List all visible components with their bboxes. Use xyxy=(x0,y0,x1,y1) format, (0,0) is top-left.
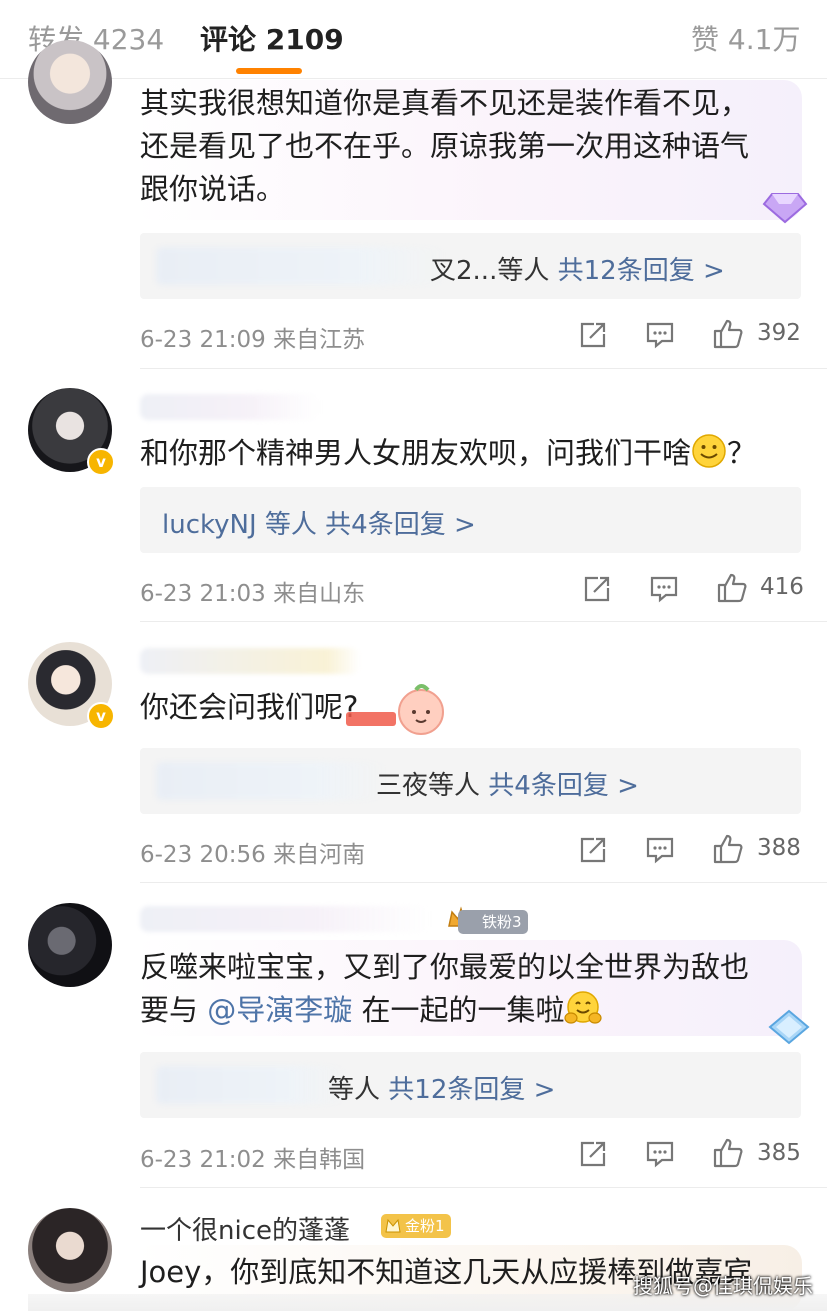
comment-text: 你还会问我们呢? xyxy=(140,690,359,724)
redacted-reply-names xyxy=(156,762,386,800)
comment-text-segment: 要与 xyxy=(140,993,199,1027)
verified-badge-icon: v xyxy=(87,702,115,730)
comment-text: 和你那个精神男人女朋友欢呗，问我们干啥 ？ xyxy=(140,432,756,475)
share-icon[interactable] xyxy=(578,320,608,350)
comment-meta: 6-23 21:02 来自韩国 xyxy=(140,1140,365,1174)
reply-summary: 三夜等人 共4条回复 > xyxy=(376,765,639,802)
share-icon[interactable] xyxy=(582,574,612,604)
tab-comments-count: 2109 xyxy=(265,23,344,56)
reply-summary: luckyNJ 等人 共4条回复 > xyxy=(162,504,476,541)
tab-comments-label: 评论 xyxy=(200,23,257,56)
view-replies-link[interactable]: 共12条回复 > xyxy=(388,1075,555,1105)
comment-icon[interactable] xyxy=(645,320,675,350)
active-tab-indicator xyxy=(236,68,302,74)
comment-time: 6-23 20:56 xyxy=(140,842,266,868)
comment-text-body: 和你那个精神男人女朋友欢呗，问我们干啥 xyxy=(140,436,692,470)
fan-level-badge: 铁粉3 xyxy=(458,910,528,934)
tab-likes-label: 赞 xyxy=(691,23,720,56)
like-icon[interactable] xyxy=(712,833,744,865)
reply-names: 叉2...等人 xyxy=(430,256,550,286)
comment-text: 其实我很想知道你是真看不见还是装作看不见， 还是看见了也不在乎。原谅我第一次用这… xyxy=(140,82,749,211)
reply-names: 等人 xyxy=(328,1075,381,1105)
comment-location: 来自河南 xyxy=(273,842,366,868)
reply-preview[interactable]: 叉2...等人 共12条回复 > xyxy=(140,233,801,299)
diamond-decoration-icon xyxy=(768,1009,810,1045)
comment-meta: 6-23 21:09 来自江苏 xyxy=(140,320,365,354)
user-mention-link[interactable]: @导演李璇 xyxy=(207,993,352,1027)
username[interactable]: 一个很nice的蓬蓬 xyxy=(140,1210,350,1247)
redacted-reply-names xyxy=(156,247,446,285)
reply-names: 三夜等人 xyxy=(376,771,481,801)
comment-divider xyxy=(140,1187,827,1188)
comment-icon[interactable] xyxy=(645,835,675,865)
like-count: 416 xyxy=(760,574,804,600)
view-replies-link[interactable]: 共4条回复 > xyxy=(488,771,639,801)
like-count: 385 xyxy=(757,1140,801,1166)
reply-preview[interactable]: luckyNJ 等人 共4条回复 > xyxy=(140,487,801,553)
like-count: 392 xyxy=(757,320,801,346)
comment-icon[interactable] xyxy=(649,574,679,604)
comment-text-line: 还是看见了也不在乎。原谅我第一次用这种语气 xyxy=(140,129,750,163)
comment-icon[interactable] xyxy=(645,1139,675,1169)
comment-text-line: 反噬来啦宝宝，又到了你最爱的以全世界为敌也 xyxy=(140,950,750,984)
view-replies-link[interactable]: 共4条回复 > xyxy=(325,510,476,540)
like-count: 388 xyxy=(757,835,801,861)
tab-comments[interactable]: 评论 2109 xyxy=(200,18,344,58)
redacted-username[interactable] xyxy=(140,906,430,932)
comment-location: 来自山东 xyxy=(273,581,366,607)
peach-sticker-icon xyxy=(346,684,444,735)
redacted-username[interactable] xyxy=(140,394,320,420)
reply-summary: 等人 共12条回复 > xyxy=(328,1069,555,1106)
comment-text-line: 跟你说话。 xyxy=(140,172,286,206)
verified-badge-icon: v xyxy=(87,448,115,476)
view-replies-link[interactable]: 共12条回复 > xyxy=(558,256,725,286)
avatar[interactable] xyxy=(28,903,112,987)
crown-icon xyxy=(385,1218,401,1233)
reply-preview[interactable]: 三夜等人 共4条回复 > xyxy=(140,748,801,814)
comment-location: 来自江苏 xyxy=(273,327,366,353)
tab-likes[interactable]: 赞 4.1万 xyxy=(691,18,800,58)
comment-location: 来自韩国 xyxy=(273,1147,366,1173)
redacted-username[interactable] xyxy=(140,648,360,674)
reply-summary: 叉2...等人 共12条回复 > xyxy=(430,250,725,287)
comment-divider xyxy=(140,368,827,369)
tab-likes-count: 4.1万 xyxy=(727,23,801,56)
comment-text: 反噬来啦宝宝，又到了你最爱的以全世界为敌也 要与 @导演李璇 在一起的一集啦 xyxy=(140,946,749,1032)
comment-text-line: 其实我很想知道你是真看不见还是装作看不见， xyxy=(140,86,750,120)
comment-text-line: 要与 @导演李璇 在一起的一集啦 xyxy=(140,989,749,1032)
hug-emoji-icon xyxy=(564,991,603,1024)
avatar[interactable] xyxy=(28,40,112,124)
diamond-decoration-icon xyxy=(762,193,808,224)
comment-meta: 6-23 21:03 来自山东 xyxy=(140,574,365,608)
comment-divider xyxy=(140,882,827,883)
comment-time: 6-23 21:02 xyxy=(140,1147,266,1173)
comment-text-tail: ？ xyxy=(727,436,757,470)
reply-preview[interactable]: 等人 共12条回复 > xyxy=(140,1052,801,1118)
comment-divider xyxy=(140,621,827,622)
comment-time: 6-23 21:03 xyxy=(140,581,266,607)
comment-time: 6-23 21:09 xyxy=(140,327,266,353)
like-icon[interactable] xyxy=(716,572,748,604)
comment-text-segment: 在一起的一集啦 xyxy=(361,993,565,1027)
avatar[interactable] xyxy=(28,1208,112,1292)
tab-reposts-count: 4234 xyxy=(92,23,165,56)
tab-bar: 转发 4234 评论 2109 赞 4.1万 xyxy=(0,0,827,79)
redacted-reply-names xyxy=(156,1066,346,1104)
comment-meta: 6-23 20:56 来自河南 xyxy=(140,835,365,869)
share-icon[interactable] xyxy=(578,835,608,865)
like-icon[interactable] xyxy=(712,318,744,350)
like-icon[interactable] xyxy=(712,1137,744,1169)
reply-names[interactable]: luckyNJ 等人 xyxy=(162,510,317,540)
share-icon[interactable] xyxy=(578,1139,608,1169)
watermark: 搜狐号@佳琪侃娱乐 xyxy=(633,1274,813,1298)
smile-emoji-icon xyxy=(692,434,726,468)
